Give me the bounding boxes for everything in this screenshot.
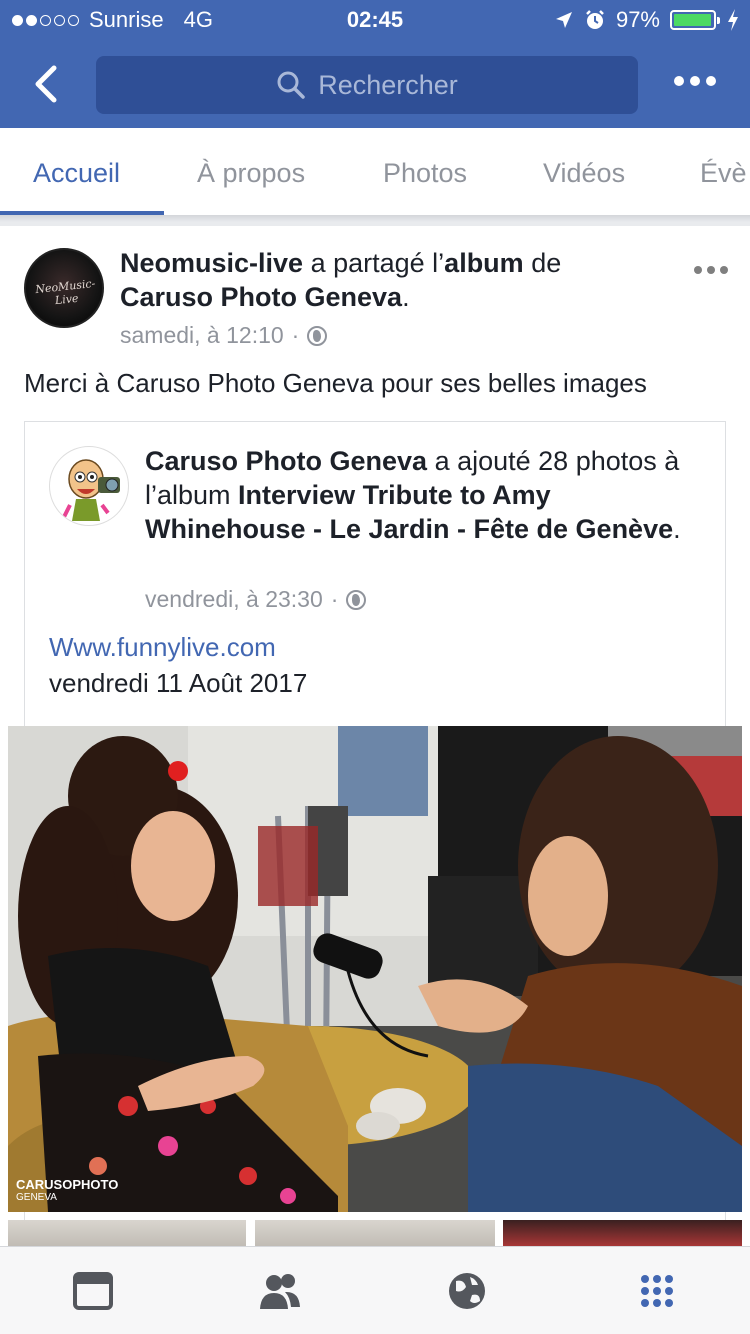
post-action-object[interactable]: album <box>444 248 524 278</box>
bottom-tab-bar <box>0 1246 750 1334</box>
website-link[interactable]: Www.funnylive.com <box>49 632 276 663</box>
charging-bolt-icon <box>728 9 738 31</box>
meta-separator: · <box>291 322 300 348</box>
more-options-icon[interactable] <box>674 76 716 86</box>
news-feed-icon[interactable] <box>72 1271 114 1311</box>
tab-a-propos[interactable]: À propos <box>197 158 305 189</box>
shared-header: Caruso Photo Geneva a ajouté 28 photos à… <box>145 444 705 546</box>
album-photo[interactable]: CARUSOPHOTO GENEVA <box>8 726 742 1212</box>
post-header: Neomusic-live a partagé l’album de Carus… <box>120 246 680 314</box>
shared-author-avatar[interactable] <box>49 446 129 526</box>
battery-level <box>674 14 711 26</box>
tab-evenements[interactable]: Évè <box>700 158 747 189</box>
menu-grid-icon[interactable] <box>636 1271 678 1311</box>
navigation-bar: Rechercher <box>0 40 750 128</box>
tabs-divider <box>0 216 750 222</box>
avatar-logo-text: NeoMusic-Live <box>34 276 96 308</box>
location-arrow-icon <box>555 12 572 28</box>
post-caption: Merci à Caruso Photo Geneva pour ses bel… <box>24 368 647 398</box>
shared-author-name[interactable]: Caruso Photo Geneva <box>145 446 427 476</box>
event-date: vendredi 11 Août 2017 <box>49 668 308 698</box>
friends-icon[interactable] <box>259 1271 301 1311</box>
tab-accueil[interactable]: Accueil <box>33 158 120 189</box>
interview-photo-illustration <box>8 726 742 1212</box>
shared-meta-separator: · <box>330 586 339 612</box>
battery-icon <box>670 10 720 30</box>
shared-public-globe-icon <box>346 589 367 610</box>
status-right: 97% <box>554 7 740 33</box>
status-bar: Sunrise 4G 02:45 97% <box>0 0 750 40</box>
alarm-clock-icon <box>586 10 604 29</box>
post-action-suffix: de <box>523 248 562 278</box>
back-arrow-icon[interactable] <box>26 62 66 106</box>
post-options-icon[interactable] <box>694 266 728 274</box>
shared-meta: vendredi, à 23:30 · <box>145 586 367 613</box>
post-action-text: a partagé l’ <box>303 248 445 278</box>
active-tab-indicator <box>0 211 164 215</box>
post-target-name[interactable]: Caruso Photo Geneva <box>120 282 402 312</box>
photo-watermark: CARUSOPHOTO <box>16 1177 119 1192</box>
battery-percent: 97% <box>615 7 660 32</box>
author-avatar[interactable]: NeoMusic-Live <box>24 248 104 328</box>
post-meta: samedi, à 12:10 · <box>120 322 328 349</box>
shared-album-suffix: . <box>673 514 681 544</box>
shared-timestamp[interactable]: vendredi, à 23:30 <box>145 586 323 613</box>
photo-watermark-sub: GENEVA <box>16 1192 57 1203</box>
globe-icon[interactable] <box>446 1271 488 1311</box>
tab-videos[interactable]: Vidéos <box>543 158 625 189</box>
post-author-name[interactable]: Neomusic-live <box>120 248 303 278</box>
search-icon <box>277 71 305 99</box>
page-tabs: Accueil À propos Photos Vidéos Évè <box>0 128 750 216</box>
public-globe-icon <box>307 325 328 346</box>
search-placeholder: Rechercher <box>318 69 458 100</box>
search-input[interactable]: Rechercher <box>96 56 638 114</box>
photographer-cartoon-icon <box>62 459 120 521</box>
tab-photos[interactable]: Photos <box>383 158 467 189</box>
post-timestamp[interactable]: samedi, à 12:10 <box>120 322 284 349</box>
post-target-suffix: . <box>402 282 410 312</box>
